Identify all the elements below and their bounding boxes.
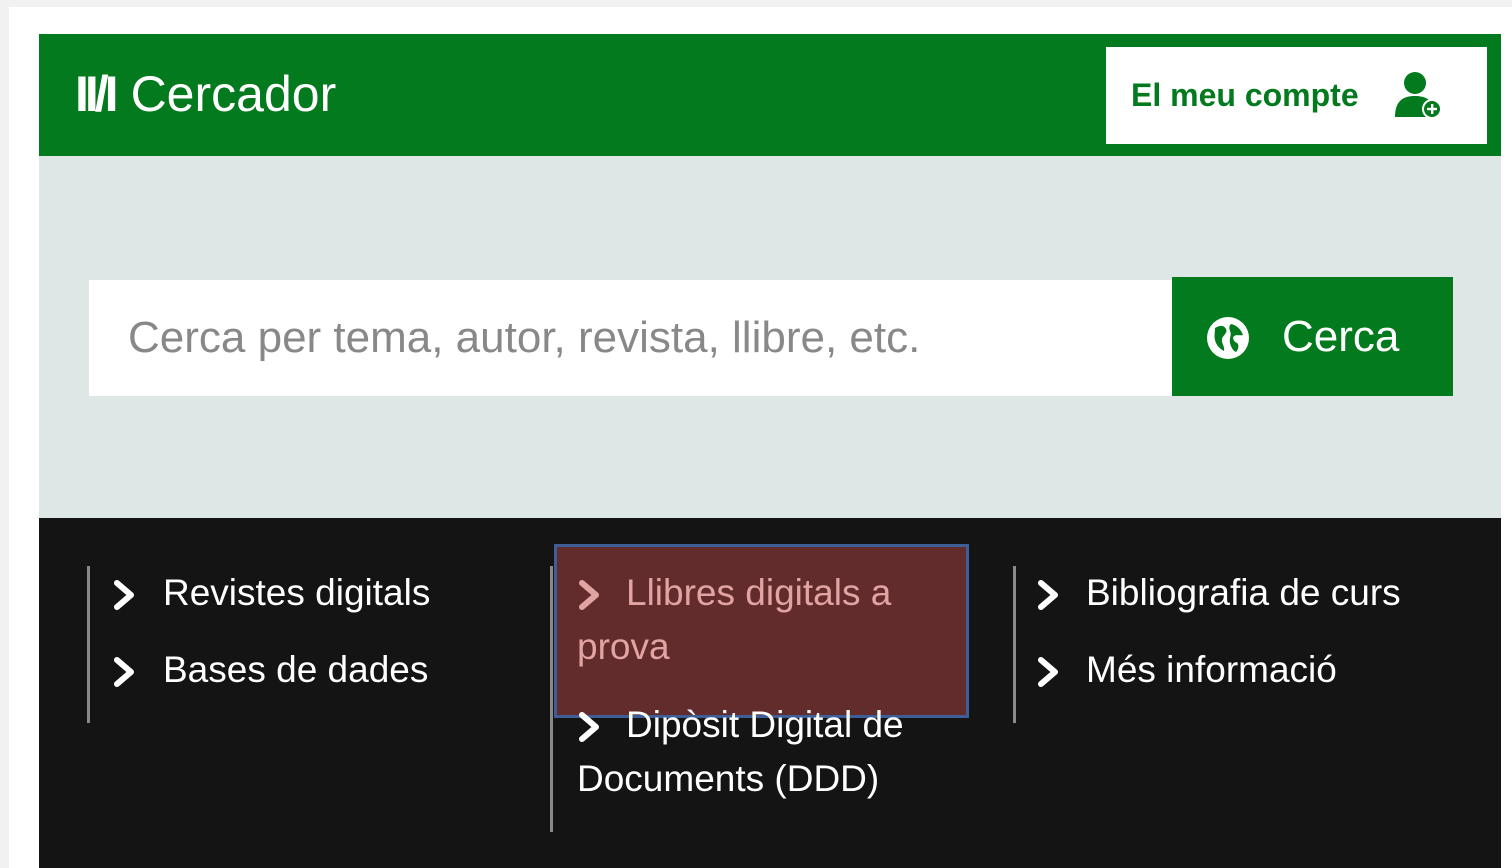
chevron-right-icon <box>579 580 599 610</box>
search-band: Cerca <box>39 156 1501 518</box>
logo-mark: II/I <box>75 66 119 122</box>
chevron-right-icon <box>114 580 134 610</box>
page: II/I Cercador El meu compte Cerca per te… <box>9 7 1512 868</box>
quick-links-nav: Revistes digitals Bases de dades Llibres… <box>39 518 1501 868</box>
nav-link-bases-de-dades[interactable]: Bases de dades <box>112 643 428 697</box>
nav-link-label-line1: Dipòsit Digital de <box>626 704 904 745</box>
search-input[interactable] <box>89 280 1172 396</box>
nav-link-label-line1: Llibres digitals a <box>626 572 892 613</box>
nav-link-label-line2: prova <box>577 626 670 667</box>
user-plus-icon <box>1395 72 1442 119</box>
chevron-right-icon <box>1038 580 1058 610</box>
chevron-right-icon <box>114 657 134 687</box>
account-button[interactable]: El meu compte <box>1106 47 1487 144</box>
nav-column-1: Revistes digitals Bases de dades <box>87 566 510 723</box>
logo-text: Cercador <box>130 66 337 122</box>
nav-link-label-line2: Documents (DDD) <box>577 758 880 799</box>
search-button[interactable]: Cerca <box>1172 277 1453 396</box>
nav-link-revistes-digitals[interactable]: Revistes digitals <box>112 566 430 620</box>
nav-link-label: Més informació <box>1086 649 1337 690</box>
account-label: El meu compte <box>1131 77 1359 113</box>
header: II/I Cercador El meu compte <box>39 34 1501 156</box>
search-button-label: Cerca <box>1282 312 1400 361</box>
nav-link-label: Revistes digitals <box>163 572 431 613</box>
nav-link-bibliografia-de-curs[interactable]: Bibliografia de curs <box>1036 566 1401 620</box>
nav-column-2: Llibres digitals a prova Dipòsit Digital… <box>550 566 973 832</box>
nav-link-label: Bibliografia de curs <box>1086 572 1401 613</box>
nav-link-mes-informacio[interactable]: Més informació <box>1036 643 1337 697</box>
chevron-right-icon <box>1038 657 1058 687</box>
nav-link-llibres-digitals-a-prova[interactable]: Llibres digitals a prova <box>577 566 891 674</box>
nav-column-3: Bibliografia de curs Més informació <box>1013 566 1486 723</box>
nav-link-diposit-digital[interactable]: Dipòsit Digital de Documents (DDD) <box>577 698 904 806</box>
logo-link[interactable]: II/I Cercador <box>75 68 336 120</box>
nav-link-label: Bases de dades <box>163 649 429 690</box>
chevron-right-icon <box>579 712 599 742</box>
globe-icon <box>1207 317 1249 359</box>
